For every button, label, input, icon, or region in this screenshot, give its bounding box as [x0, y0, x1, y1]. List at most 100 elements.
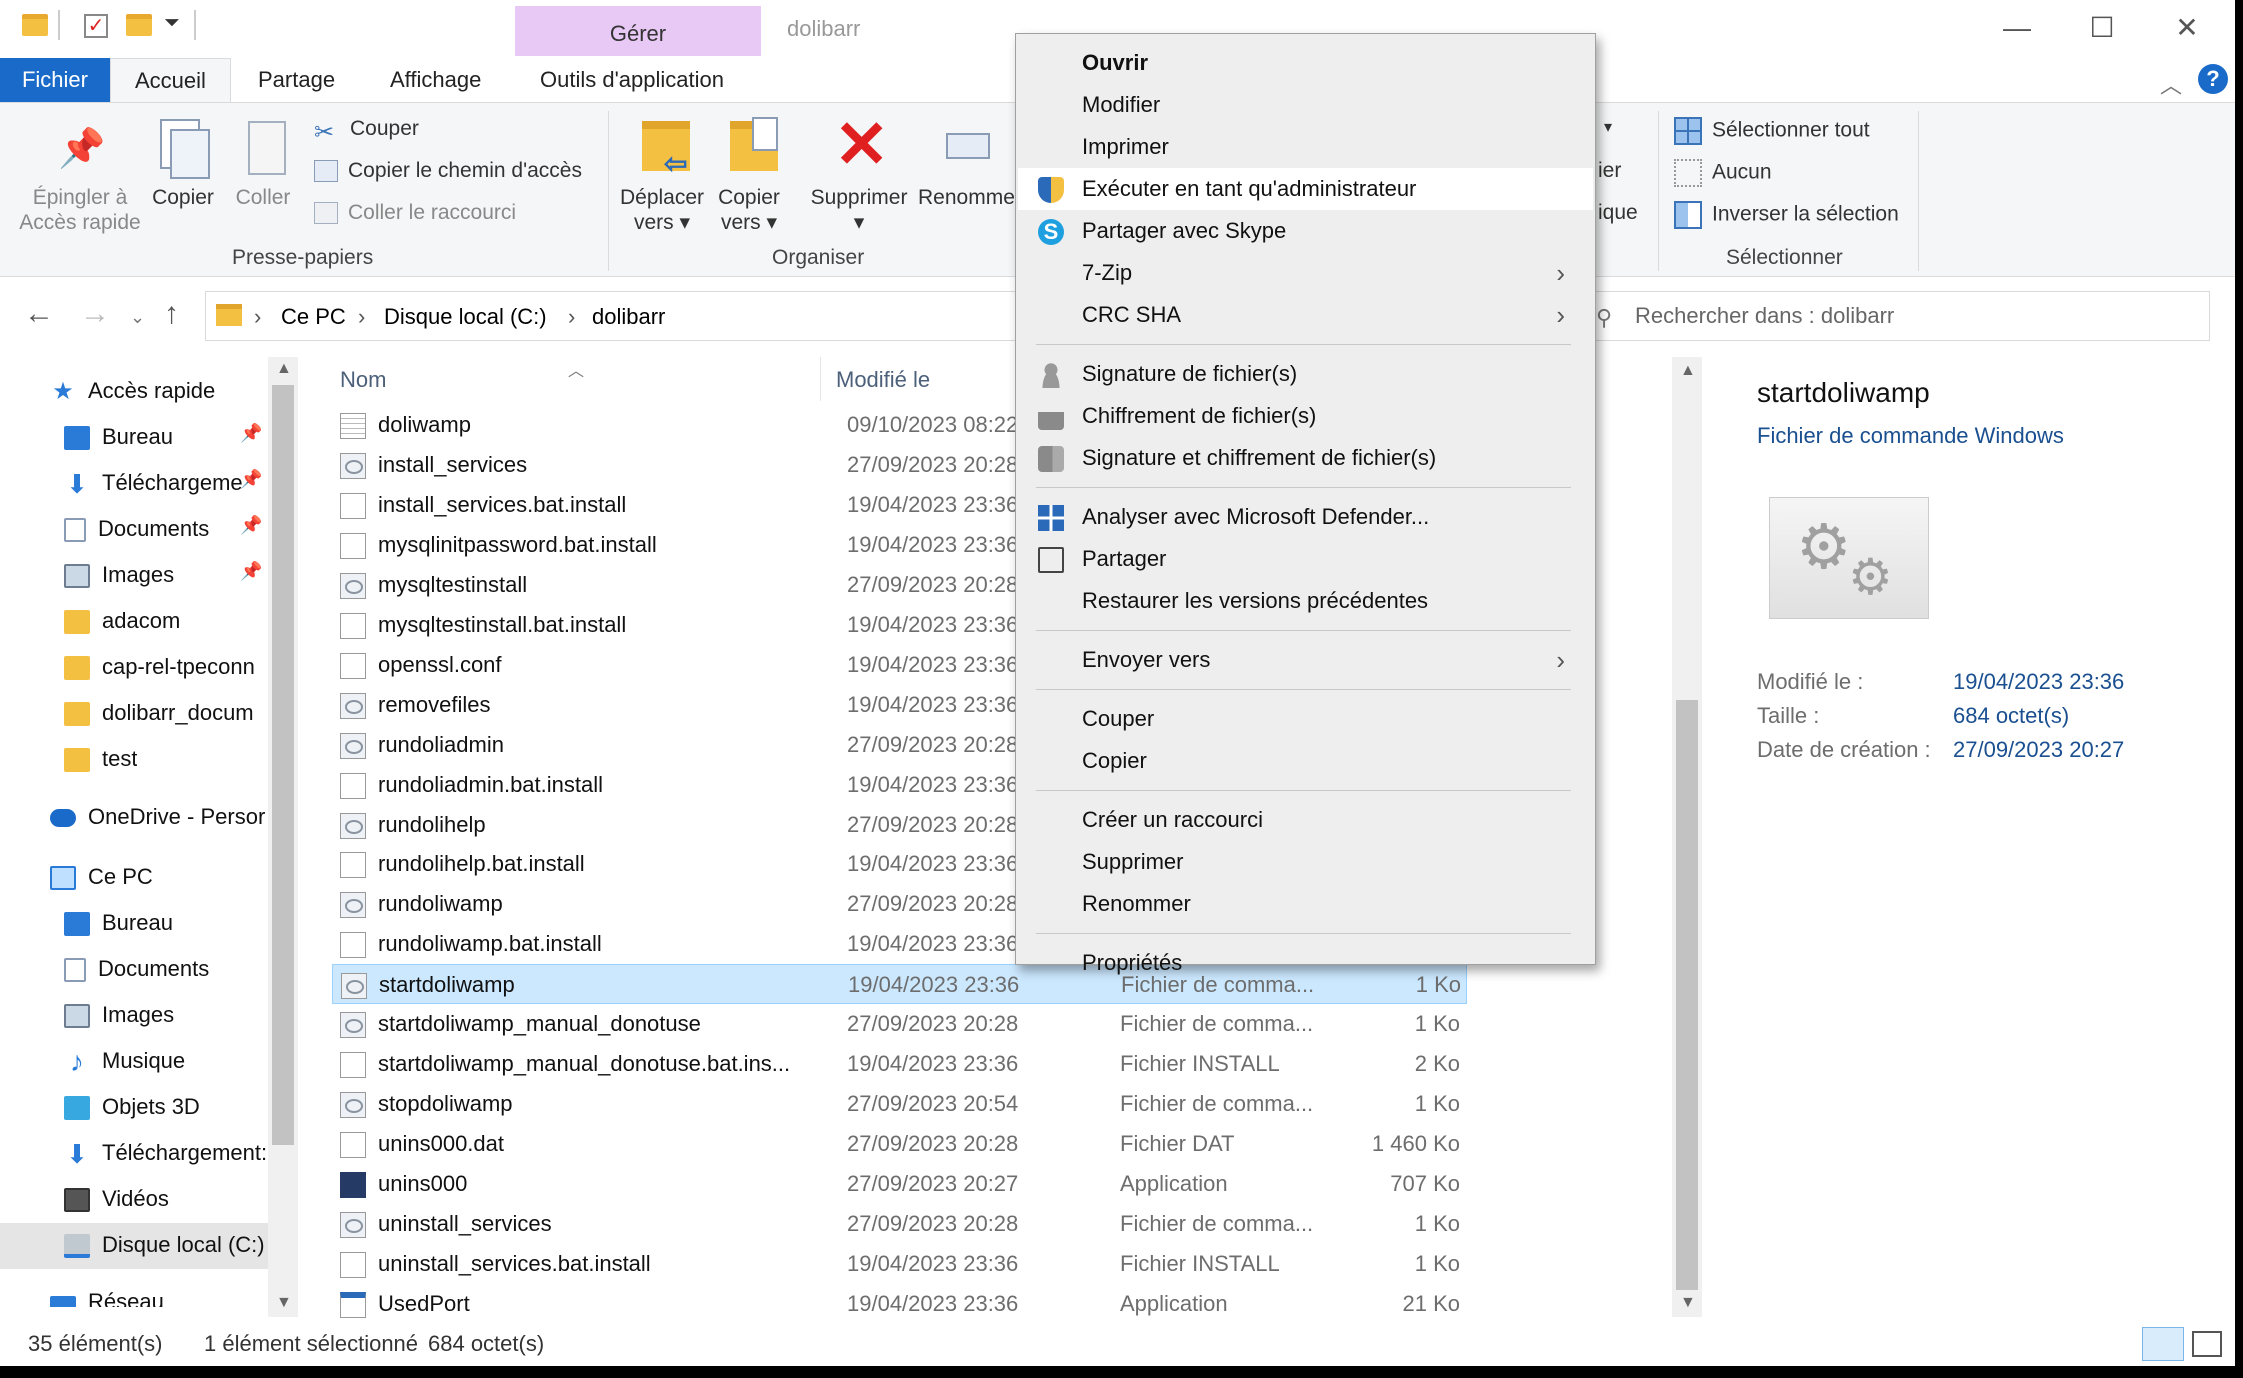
scroll-up-icon[interactable]: ▲ — [1680, 362, 1696, 380]
delete-label: Supprimer — [810, 186, 908, 209]
table-row[interactable]: startdoliwamp_manual_donotuse 27/09/2023 … — [332, 1004, 1467, 1044]
list-scrollbar-thumb[interactable] — [1676, 700, 1698, 1290]
nav-pc-3d-objects[interactable]: Objets 3D — [64, 1087, 200, 1127]
breadcrumb-dolibarr[interactable]: dolibarr — [592, 304, 665, 330]
menu-item-restaurer-les-versions-precedentes[interactable]: Restaurer les versions précédentes — [1018, 580, 1593, 622]
menu-item-envoyer-vers[interactable]: Envoyer vers › — [1018, 639, 1593, 681]
nav-item-test[interactable]: test — [64, 739, 137, 779]
menu-item-renommer[interactable]: Renommer — [1018, 883, 1593, 925]
nav-quick-access[interactable]: ★ Accès rapide — [50, 371, 215, 411]
copy-path-button[interactable]: Copier le chemin d'accès — [314, 159, 582, 183]
invert-selection-button[interactable]: Inverser la sélection — [1674, 201, 1899, 229]
customize-quick-access-icon[interactable]: ⏷ — [164, 12, 180, 35]
nav-pc-pictures[interactable]: Images — [64, 995, 174, 1035]
menu-item-signature-et-chiffrement-de-fichier-s[interactable]: Signature et chiffrement de fichier(s) — [1018, 437, 1593, 479]
column-header-name[interactable]: Nom — [340, 367, 386, 393]
nav-pc-local-disk[interactable]: Disque local (C:) — [64, 1225, 265, 1265]
table-row[interactable]: uninstall_services 27/09/2023 20:28 Fichie… — [332, 1204, 1467, 1244]
table-row[interactable]: uninstall_services.bat.install 19/04/2023… — [332, 1244, 1467, 1284]
tab-view[interactable]: Affichage — [366, 58, 505, 102]
nav-item-cap-rel[interactable]: cap-rel-tpeconn — [64, 647, 268, 687]
menu-item-couper[interactable]: Couper — [1018, 698, 1593, 740]
menu-item-imprimer[interactable]: Imprimer — [1018, 126, 1593, 168]
dropdown-arrow-icon[interactable]: ▾ — [1604, 117, 1612, 137]
menu-item-partager-avec-skype[interactable]: S Partager avec Skype — [1018, 210, 1593, 252]
copy-to-button[interactable]: Copier vers ▾ — [708, 185, 790, 235]
nav-item-dolibarr-docs[interactable]: dolibarr_docum — [64, 693, 268, 733]
drive-icon — [64, 1234, 90, 1259]
menu-item-proprietes[interactable]: Propriétés — [1018, 942, 1593, 984]
paste-button[interactable]: Coller — [228, 185, 298, 210]
menu-item-chiffrement-de-fichier-s[interactable]: Chiffrement de fichier(s) — [1018, 395, 1593, 437]
cut-button[interactable]: ✂ Couper — [314, 117, 419, 146]
collapse-ribbon-icon[interactable]: ︿ — [2160, 68, 2182, 100]
move-to-button[interactable]: Déplacer vers ▾ — [610, 185, 714, 235]
copy-button[interactable]: Copier — [148, 185, 218, 210]
tab-manage[interactable]: Gérer — [515, 6, 761, 56]
menu-item-crc-sha[interactable]: CRC SHA › — [1018, 294, 1593, 336]
maximize-button[interactable]: ☐ — [2067, 8, 2137, 48]
pin-quick-access-button[interactable]: Épingler à Accès rapide — [10, 185, 150, 235]
search-input[interactable]: Rechercher dans : dolibarr — [1580, 291, 2210, 341]
table-row[interactable]: UsedPort 19/04/2023 23:36 Application 21 Ko — [332, 1284, 1467, 1324]
table-row[interactable]: unins000 27/09/2023 20:27 Application 707 K… — [332, 1164, 1467, 1204]
column-header-modified[interactable]: Modifié le — [836, 367, 930, 393]
menu-item-partager[interactable]: Partager — [1018, 538, 1593, 580]
breadcrumb-this-pc[interactable]: Ce PC — [281, 304, 346, 330]
nav-item-adacom[interactable]: adacom — [64, 601, 180, 641]
tab-app-tools[interactable]: Outils d'application — [516, 58, 748, 102]
delete-button[interactable]: Supprimer ▾ — [804, 185, 914, 235]
nav-pc-documents[interactable]: Documents — [64, 949, 209, 989]
table-row[interactable]: unins000.dat 27/09/2023 20:28 Fichier DAT 1… — [332, 1124, 1467, 1164]
up-icon[interactable]: ↑ — [164, 297, 179, 331]
large-icons-view-icon[interactable] — [2192, 1331, 2222, 1357]
rename-button[interactable]: Renomme — [918, 185, 1018, 210]
properties-icon[interactable]: ✓ — [84, 14, 108, 38]
menu-item-executer-en-tant-qu-administrateur[interactable]: Exécuter en tant qu'administrateur — [1018, 168, 1593, 210]
menu-item-7-zip[interactable]: 7-Zip › — [1018, 252, 1593, 294]
close-button[interactable]: ✕ — [2152, 8, 2222, 48]
nav-onedrive[interactable]: OneDrive - Persor — [50, 797, 268, 837]
scroll-down-icon[interactable]: ▼ — [1680, 1294, 1696, 1312]
table-row[interactable]: startdoliwamp_manual_donotuse.bat.ins...… — [332, 1044, 1467, 1084]
copy-path-label: Copier le chemin d'accès — [348, 159, 582, 182]
details-view-icon[interactable] — [2142, 1327, 2184, 1361]
nav-item-pictures[interactable]: Images — [64, 555, 174, 595]
paste-shortcut-button[interactable]: Coller le raccourci — [314, 201, 516, 225]
menu-item-ouvrir[interactable]: Ouvrir — [1018, 42, 1593, 84]
menu-item-label: Modifier — [1082, 92, 1161, 117]
minimize-button[interactable]: — — [1982, 8, 2052, 48]
scroll-up-icon[interactable]: ▲ — [276, 360, 292, 378]
nav-pc-desktop[interactable]: Bureau — [64, 903, 173, 943]
nav-scrollbar-thumb[interactable] — [272, 385, 294, 1145]
menu-item-analyser-avec-microsoft-defender[interactable]: Analyser avec Microsoft Defender... — [1018, 496, 1593, 538]
select-none-button[interactable]: Aucun — [1674, 159, 1772, 187]
nav-this-pc[interactable]: Ce PC — [50, 857, 153, 897]
help-icon[interactable]: ? — [2198, 64, 2228, 94]
nav-network[interactable]: Réseau — [50, 1287, 164, 1307]
nav-pc-videos[interactable]: Vidéos — [64, 1179, 169, 1219]
select-all-button[interactable]: Sélectionner tout — [1674, 117, 1870, 145]
new-folder-icon[interactable] — [126, 14, 152, 36]
menu-item-creer-un-raccourci[interactable]: Créer un raccourci — [1018, 799, 1593, 841]
breadcrumb-local-disk[interactable]: Disque local (C:) — [384, 304, 547, 330]
menu-item-copier[interactable]: Copier — [1018, 740, 1593, 782]
back-icon[interactable]: ← — [24, 297, 54, 331]
nav-pc-downloads[interactable]: ⬇ Téléchargement: — [64, 1133, 268, 1173]
recent-locations-icon[interactable]: ⌄ — [130, 307, 145, 328]
nav-item-documents[interactable]: Documents — [64, 509, 209, 549]
tab-file[interactable]: Fichier — [0, 58, 110, 102]
menu-item-modifier[interactable]: Modifier — [1018, 84, 1593, 126]
nav-item-desktop[interactable]: Bureau — [64, 417, 173, 457]
menu-item-signature-de-fichier-s[interactable]: Signature de fichier(s) — [1018, 353, 1593, 395]
computer-icon — [50, 866, 76, 891]
nav-item-downloads[interactable]: ⬇ Téléchargeme — [64, 463, 244, 503]
forward-icon[interactable]: → — [80, 297, 110, 331]
menu-item-label: CRC SHA — [1082, 302, 1182, 327]
scroll-down-icon[interactable]: ▼ — [276, 1294, 292, 1312]
nav-pc-music[interactable]: ♪ Musique — [64, 1041, 185, 1081]
table-row[interactable]: stopdoliwamp 27/09/2023 20:54 Fichier de c… — [332, 1084, 1467, 1124]
tab-home[interactable]: Accueil — [110, 58, 231, 102]
menu-item-supprimer[interactable]: Supprimer — [1018, 841, 1593, 883]
tab-share[interactable]: Partage — [234, 58, 359, 102]
